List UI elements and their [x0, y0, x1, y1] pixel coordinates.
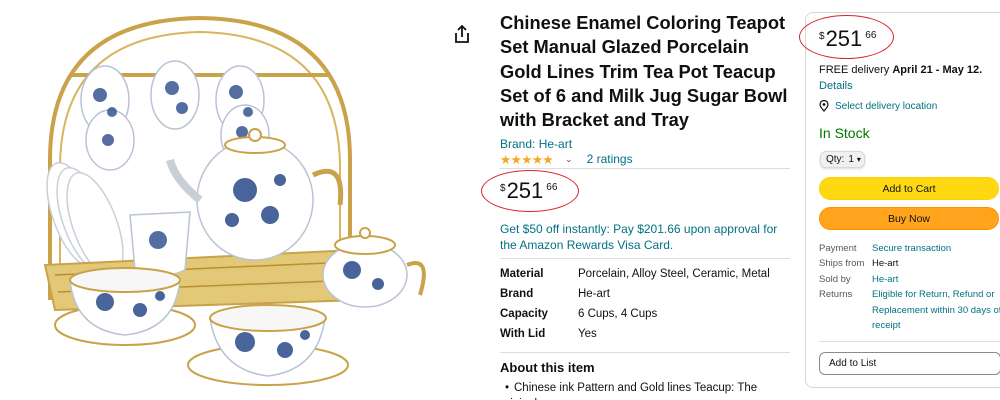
product-title: Chinese Enamel Coloring Teapot Set Manua…: [500, 12, 788, 131]
product-image[interactable]: [0, 0, 440, 400]
specs-table: Material Porcelain, Alloy Steel, Ceramic…: [500, 264, 770, 344]
bullet-dot: •: [504, 382, 510, 394]
promo-link[interactable]: Get $50 off instantly: Pay $201.66 upon …: [500, 221, 790, 253]
info-value: He-art: [872, 258, 899, 270]
secure-transaction-link[interactable]: Secure transaction: [872, 241, 1000, 256]
price-whole: 251: [506, 178, 544, 203]
about-heading: About this item: [500, 360, 595, 375]
details-link[interactable]: Details: [819, 80, 853, 92]
rating-row: ★★★★★ ⌄ 2 ratings: [500, 151, 633, 167]
brand-link[interactable]: Brand: He-art: [500, 137, 572, 151]
price-symbol: $: [500, 183, 506, 194]
seller-link[interactable]: He-art: [872, 272, 1000, 287]
spec-value: 6 Cups, 4 Cups: [578, 308, 658, 320]
share-icon: [455, 24, 469, 43]
location-pin-icon: [819, 100, 829, 112]
divider: [819, 341, 1000, 342]
returns-policy-link[interactable]: Eligible for Return, Refund or Replaceme…: [872, 287, 1000, 333]
qty-value: 1: [848, 154, 854, 165]
seller-info-table: Payment Secure transaction Ships from He…: [819, 241, 1000, 333]
rating-stars[interactable]: ★★★★★: [500, 152, 554, 167]
spec-row: Capacity 6 Cups, 4 Cups: [500, 304, 770, 324]
chevron-down-icon[interactable]: ⌄: [565, 154, 573, 165]
price-symbol: $: [819, 31, 825, 42]
delivery-prefix: FREE delivery: [819, 64, 890, 76]
chevron-down-icon: ▾: [856, 155, 861, 164]
info-row: Returns Eligible for Return, Refund or R…: [819, 287, 1000, 333]
price-fraction: 66: [865, 30, 877, 41]
divider: [500, 258, 790, 259]
divider: [500, 352, 790, 353]
info-key: Ships from: [819, 258, 865, 270]
spec-value: Yes: [578, 328, 597, 340]
price-fraction: 66: [546, 182, 558, 193]
quantity-select[interactable]: Qty: 1 ▾: [820, 151, 865, 168]
about-list: • Chinese ink Pattern and Gold lines Teac…: [500, 380, 790, 400]
info-key: Payment: [819, 243, 857, 254]
qty-label: Qty:: [826, 154, 845, 165]
stock-status: In Stock: [819, 125, 870, 141]
divider: [500, 168, 790, 169]
spec-key: Brand: [500, 288, 534, 300]
select-location-link[interactable]: Select delivery location: [835, 101, 937, 112]
spec-row: Brand He-art: [500, 284, 770, 304]
info-key: Sold by: [819, 273, 851, 285]
info-key: Returns: [819, 289, 853, 301]
add-to-cart-button[interactable]: Add to Cart: [819, 177, 999, 200]
add-to-list-button[interactable]: Add to List: [819, 352, 1000, 375]
spec-key: With Lid: [500, 328, 546, 340]
spec-row: Material Porcelain, Alloy Steel, Ceramic…: [500, 264, 770, 284]
about-bullet: Chinese ink Pattern and Gold lines Teacu…: [500, 382, 758, 400]
delivery-dates: April 21 - May 12.: [892, 64, 983, 76]
spec-key: Material: [500, 268, 544, 280]
info-row: Ships from He-art: [819, 256, 1000, 271]
share-button[interactable]: [450, 22, 474, 46]
ratings-count-link[interactable]: 2 ratings: [587, 152, 633, 166]
price-whole: 251: [825, 26, 863, 51]
buybox-price: $ 251 66: [819, 26, 876, 52]
info-row: Payment Secure transaction: [819, 241, 1000, 256]
spec-key: Capacity: [500, 308, 548, 320]
product-details: Chinese Enamel Coloring Teapot Set Manua…: [500, 0, 795, 400]
spec-value: Porcelain, Alloy Steel, Ceramic, Metal: [578, 268, 770, 280]
delivery-info: FREE delivery April 21 - May 12. Details: [819, 62, 994, 94]
spec-value: He-art: [578, 288, 610, 300]
buy-now-button[interactable]: Buy Now: [819, 207, 999, 230]
spec-row: With Lid Yes: [500, 324, 770, 344]
teapot-set-illustration: [43, 15, 426, 386]
info-row: Sold by He-art: [819, 272, 1000, 287]
delivery-location[interactable]: Select delivery location: [819, 100, 937, 112]
product-price: $ 251 66: [500, 178, 557, 204]
